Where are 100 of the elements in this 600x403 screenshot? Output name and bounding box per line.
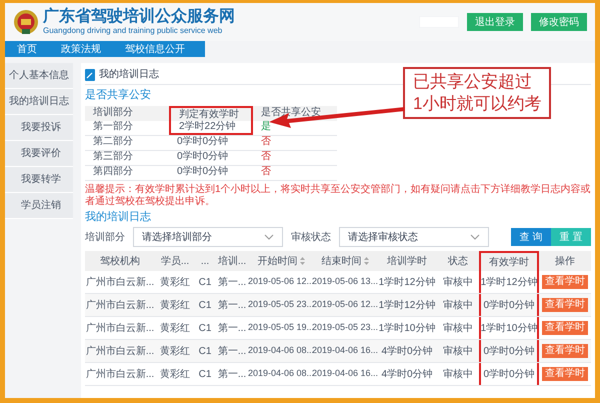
sort-icon[interactable] (300, 257, 304, 265)
table-cell-text: 第一... (216, 298, 248, 312)
table-cell-text: 审核中 (442, 298, 474, 312)
table-cell-text: 1学时12分钟 (378, 298, 436, 312)
table-cell-text: 1学时12分钟 (378, 276, 436, 290)
column-label: 状态 (448, 254, 468, 268)
nav-link[interactable]: 政策法规 (61, 42, 101, 56)
column-label: 驾校机构 (100, 254, 140, 268)
dropdown[interactable]: 请选择审核状态 (339, 227, 489, 247)
sidebar-item[interactable]: 个人基本信息 (5, 63, 73, 89)
filter-label: 审核状态 (291, 230, 331, 244)
table-header-cell-text: 是否共享公安 (260, 106, 322, 120)
dropdown[interactable]: 请选择培训部分 (133, 227, 283, 247)
table-cell-text: 第一... (216, 276, 248, 290)
table-header-cell: 判定有效学时 (169, 106, 253, 120)
table-cell-text: 2019-05-05 23... (249, 298, 313, 312)
table-cell-text: 2019-05-06 13... (313, 275, 377, 288)
site-title: 广东省驾驶培训公众服务网 (43, 8, 235, 26)
sidebar-subitem[interactable]: 我要投诉 (5, 115, 73, 141)
table-cell-text: 广州市白云新... (85, 322, 155, 336)
table-cell-text: 第四部分 (92, 166, 134, 178)
header-button[interactable]: 修改密码 (531, 13, 587, 31)
column-label: 学员... (160, 254, 190, 268)
view-hours-button[interactable]: 查看学时 (542, 275, 588, 289)
table-cell-text: C1 (198, 298, 212, 312)
table-cell-text: 黄彩红 (159, 322, 191, 336)
notebook-icon (85, 68, 95, 80)
dropdown-placeholder: 请选择审核状态 (348, 230, 418, 244)
table-cell-text: 第三部分 (92, 150, 134, 164)
table-cell-text: 2019-05-06 12... (249, 275, 313, 288)
table-cell-text: 2019-04-06 08... (249, 344, 313, 358)
search-button[interactable]: 查 询 (511, 228, 551, 246)
reset-button[interactable]: 重 置 (551, 228, 591, 246)
sidebar-subitem[interactable]: 学员注销 (5, 193, 73, 219)
view-hours-button[interactable]: 查看学时 (542, 321, 588, 335)
section-title: 是否共享公安 (85, 88, 151, 103)
column-label: 操作 (555, 254, 575, 268)
table-cell-text: 广州市白云新... (85, 368, 155, 382)
table-cell: 2学时22分钟 (169, 120, 253, 134)
table-cell-text: C1 (198, 368, 212, 382)
table-cell-text: 第一... (216, 368, 248, 382)
table-cell-text: 广州市白云新... (85, 298, 155, 312)
table-cell-text: 0学时0分钟 (176, 150, 230, 164)
table-cell-text: 否 (260, 136, 272, 148)
table-cell-text: 审核中 (442, 322, 474, 336)
filter-label: 培训部分 (85, 230, 125, 244)
site-subtitle: Guangdong driving and training public service web (43, 26, 224, 36)
column-label: 开始时间 (258, 254, 298, 268)
chevron-down-icon (264, 234, 274, 240)
dropdown-placeholder: 请选择培训部分 (142, 230, 212, 244)
view-hours-button[interactable]: 查看学时 (542, 344, 588, 358)
notice-text: 温馨提示：有效学时累计达到1个小时以上，将实时共享至公安交管部门，如有疑问请点击下方详细教学日志内容或者通过驾校在驾校提出申诉。 (85, 184, 591, 208)
table-cell-text: 2019-05-06 12... (313, 298, 377, 312)
callout-text: 1小时就可以约考 (413, 93, 542, 115)
table-cell-text: 黄彩红 (159, 368, 191, 382)
table-cell-text: 1学时10分钟 (378, 322, 436, 336)
table-header-cell-text: 培训部分 (92, 106, 134, 120)
table-cell-text: 审核中 (442, 276, 474, 290)
table-cell-text: 审核中 (442, 344, 474, 358)
column-label: 培训学时 (387, 254, 427, 268)
table-cell-text: 是 (260, 120, 272, 134)
sidebar-item[interactable]: 我的培训日志 (5, 89, 73, 115)
emblem-icon (13, 8, 39, 36)
table-cell-text: 2019-05-05 23... (313, 321, 377, 334)
column-label: 结束时间 (322, 254, 362, 268)
sidebar-subitem[interactable]: 我要评价 (5, 141, 73, 167)
table-cell-text: 0学时0分钟 (176, 166, 230, 178)
table-cell-text: 广州市白云新... (85, 344, 155, 358)
table-cell-text: 2019-04-06 08... (249, 367, 313, 380)
table-cell-text: 2019-04-06 16... (313, 344, 377, 358)
table-cell-text: 黄彩红 (159, 276, 191, 290)
table-cell-text: 第一部分 (92, 120, 134, 134)
section-title: 我的培训日志 (85, 210, 151, 224)
chevron-down-icon (470, 234, 480, 240)
column-label: 培训... (218, 254, 246, 268)
table-cell-text: C1 (198, 322, 212, 336)
table-cell-text: C1 (198, 276, 212, 290)
table-cell-text: 2019-04-06 16... (313, 367, 377, 380)
nav-link[interactable]: 驾校信息公开 (125, 42, 185, 56)
table-cell-text: 黄彩红 (159, 344, 191, 358)
sort-icon[interactable] (364, 257, 368, 265)
sidebar-subitem[interactable]: 我要转学 (5, 167, 73, 193)
table-cell-text: 第二部分 (92, 136, 134, 148)
page-title: 我的培训日志 (99, 68, 159, 82)
table-cell-text: 第一... (216, 322, 248, 336)
table-cell-text: 第一... (216, 344, 248, 358)
table-cell-text: 黄彩红 (159, 298, 191, 312)
table-cell-text: 4学时0分钟 (380, 344, 434, 358)
table-cell-text: 否 (260, 150, 272, 164)
nav-link[interactable]: 首页 (17, 42, 37, 56)
table-cell-text: C1 (198, 344, 212, 358)
view-hours-button[interactable]: 查看学时 (542, 298, 588, 312)
table-cell-text: 审核中 (442, 368, 474, 382)
view-hours-button[interactable]: 查看学时 (542, 367, 588, 381)
table-cell-text: 0学时0分钟 (176, 136, 230, 148)
table-cell-text: 4学时0分钟 (380, 368, 434, 382)
column-label: 有效学时 (489, 256, 529, 270)
table-cell-text: 否 (260, 166, 272, 178)
callout-text: 已共享公安超过 (413, 71, 533, 93)
header-button[interactable]: 退出登录 (467, 13, 523, 31)
